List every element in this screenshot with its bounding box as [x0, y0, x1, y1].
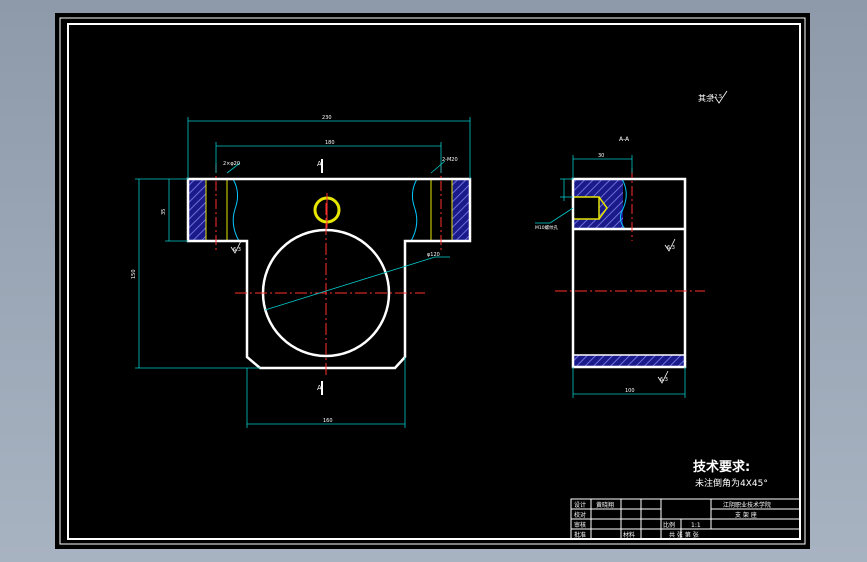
- cad-drawing-viewport[interactable]: A A 230 180 2×φ20 2-M20 35 150 φ120 160 …: [55, 13, 810, 549]
- front-view: A A: [186, 159, 472, 395]
- dim-bolt-spacing: 180: [325, 140, 335, 146]
- dim-hole-right: 2-M20: [442, 157, 458, 163]
- part-name: 支 架 座: [735, 511, 757, 519]
- scale-value: 1:1: [691, 522, 701, 529]
- label-designer: 设计: [574, 501, 586, 509]
- tapped-hole: [572, 196, 600, 220]
- dim-base-width: 160: [323, 418, 333, 424]
- sheet-info: 共 张 第 张: [669, 531, 699, 539]
- hatch-left-flange: [188, 179, 206, 241]
- dim-flange-height: 35: [161, 209, 167, 215]
- inner-border: [67, 23, 801, 540]
- hatch-right-flange: [452, 179, 470, 241]
- dim-center-height: 150: [131, 269, 137, 279]
- dim-side-width: 100: [625, 388, 635, 394]
- label-scale: 比例: [663, 521, 675, 529]
- title-block-text: 设计 黄晓翔 校对 审核 批准 材料 比例 1:1 江阴职业技术学院 支 架 座…: [574, 501, 771, 539]
- section-view: A-A: [555, 136, 705, 369]
- tech-req-heading: 技术要求:: [693, 459, 750, 475]
- dim-side-depth: 30: [598, 153, 604, 159]
- front-dimensions: [135, 117, 471, 428]
- dim-overall-width: 230: [322, 115, 332, 121]
- designer-name: 黄晓翔: [596, 501, 614, 509]
- label-material: 材料: [623, 531, 635, 539]
- cut-marker-bottom: A: [317, 384, 322, 392]
- cut-marker-top: A: [317, 160, 322, 168]
- hatch-section-bottom: [573, 355, 685, 367]
- drawing-canvas: A A 230 180 2×φ20 2-M20 35 150 φ120 160 …: [59, 17, 806, 545]
- dim-hole-left: 2×φ20: [223, 161, 240, 167]
- label-approve: 批准: [574, 531, 586, 539]
- dim-bore: φ120: [427, 252, 440, 258]
- tech-req-line1: 未注倒角为4X45°: [695, 477, 768, 489]
- label-checker: 校对: [574, 511, 586, 519]
- label-review: 审核: [574, 521, 586, 529]
- section-label: A-A: [619, 136, 630, 143]
- dim-thread-note: M10螺纹孔: [535, 224, 559, 231]
- front-outline: [186, 177, 472, 370]
- front-dim-text: 230 180 2×φ20 2-M20 35 150 φ120 160 6.3: [131, 115, 458, 424]
- school-name: 江阴职业技术学院: [723, 501, 771, 509]
